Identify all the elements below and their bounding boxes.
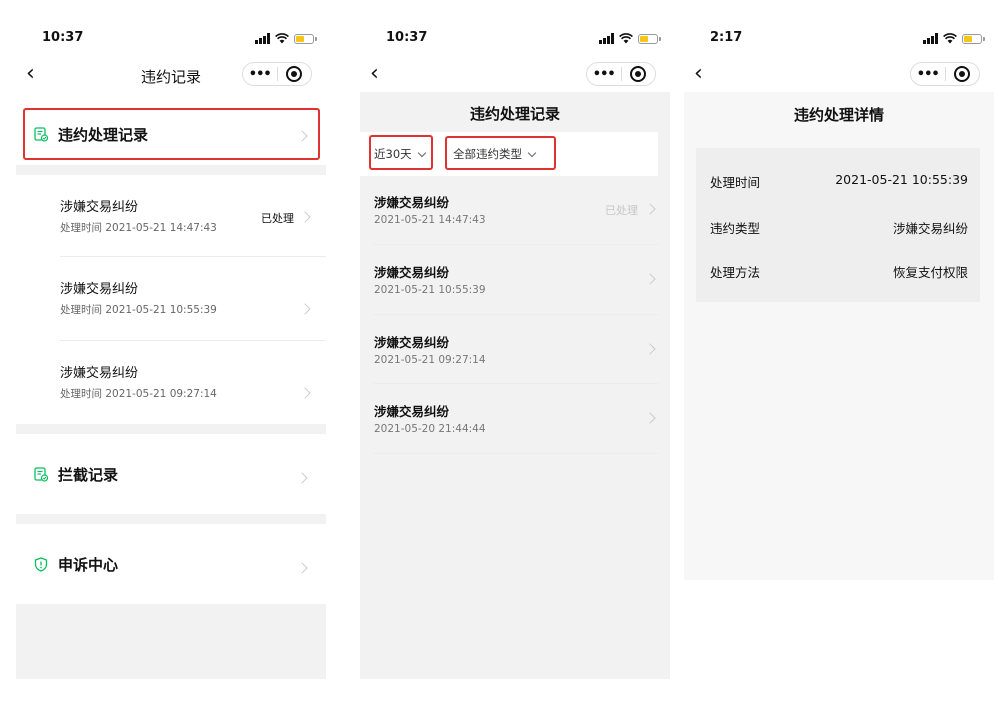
divider — [60, 340, 326, 341]
miniprogram-capsule: ••• — [242, 62, 312, 86]
status-bar: 10:37 — [360, 30, 670, 52]
screen-violation-detail: 2:17 ‹ ••• 违约处理详情 处理时间 2021-05-21 10:55:… — [684, 0, 994, 703]
record-row[interactable]: 涉嫌交易纠纷 2021-05-20 21:44:44 — [374, 389, 658, 458]
chevron-right-icon — [644, 412, 656, 424]
chevron-right-icon — [299, 211, 311, 223]
section-gap — [16, 424, 326, 434]
nav-bar: ‹ ••• — [360, 60, 670, 90]
item-time: 处理时间 2021-05-21 14:47:43 — [60, 222, 217, 234]
back-icon[interactable]: ‹ — [370, 60, 379, 88]
detail-key: 处理时间 — [710, 175, 761, 190]
chevron-right-icon — [644, 203, 656, 215]
status-label: 已处理 — [605, 204, 638, 217]
chevron-right-icon — [299, 387, 311, 399]
detail-value: 恢复支付权限 — [892, 265, 968, 280]
detail-key: 处理方法 — [710, 265, 761, 280]
chevron-right-icon — [644, 273, 656, 285]
page-title: 违约处理记录 — [469, 105, 560, 123]
signal-icon — [599, 33, 614, 44]
item-title: 涉嫌交易纠纷 — [60, 200, 139, 215]
item-time: 处理时间 2021-05-21 10:55:39 — [60, 304, 217, 316]
status-time: 10:37 — [42, 30, 84, 45]
chevron-right-icon — [299, 303, 311, 315]
menu-item-label: 申诉中心 — [58, 555, 119, 574]
close-miniprogram-icon[interactable] — [278, 66, 312, 82]
document-check-icon — [34, 466, 48, 482]
record-time: 2021-05-21 09:27:14 — [374, 354, 486, 366]
record-time: 2021-05-21 10:55:39 — [374, 284, 486, 296]
more-icon[interactable]: ••• — [911, 67, 945, 82]
wifi-icon — [275, 33, 289, 44]
highlight-frame — [23, 108, 320, 160]
record-title: 涉嫌交易纠纷 — [374, 265, 450, 280]
item-time: 处理时间 2021-05-21 09:27:14 — [60, 388, 217, 400]
screen-violation-handling-records: 10:37 ‹ ••• 违约处理记录 近30天 全部违约类型 涉嫌交易纠纷 20… — [360, 0, 670, 703]
status-bar: 10:37 — [16, 30, 326, 52]
record-time: 2021-05-20 21:44:44 — [374, 423, 486, 435]
record-row[interactable]: 涉嫌交易纠纷 2021-05-21 14:47:43 已处理 — [374, 180, 658, 249]
record-row[interactable]: 涉嫌交易纠纷 2021-05-21 10:55:39 — [374, 250, 658, 319]
status-time: 10:37 — [386, 30, 428, 45]
section-gap — [16, 165, 326, 175]
divider — [374, 244, 658, 245]
highlight-frame — [445, 136, 556, 170]
status-bar: 2:17 — [684, 30, 994, 52]
menu-item-appeal-center[interactable]: 申诉中心 — [16, 542, 326, 586]
battery-icon — [294, 33, 317, 44]
battery-icon — [638, 33, 661, 44]
miniprogram-capsule: ••• — [586, 62, 656, 86]
menu-item-label: 拦截记录 — [58, 465, 119, 484]
menu-item-interception[interactable]: 拦截记录 — [16, 452, 326, 496]
highlight-frame — [369, 135, 433, 170]
close-miniprogram-icon[interactable] — [622, 66, 656, 82]
list-item[interactable]: 涉嫌交易纠纷 处理时间 2021-05-21 09:27:14 — [60, 346, 326, 428]
more-icon[interactable]: ••• — [587, 67, 621, 82]
status-label: 已处理 — [261, 212, 294, 225]
divider — [374, 453, 658, 454]
wifi-icon — [619, 33, 633, 44]
signal-icon — [255, 33, 270, 44]
item-title: 涉嫌交易纠纷 — [60, 282, 139, 297]
more-icon[interactable]: ••• — [243, 67, 277, 82]
battery-icon — [962, 33, 985, 44]
record-title: 涉嫌交易纠纷 — [374, 404, 450, 419]
item-title: 涉嫌交易纠纷 — [60, 366, 139, 381]
section-gap — [16, 514, 326, 524]
nav-bar: ‹ 违约记录 ••• — [16, 60, 326, 90]
record-time: 2021-05-21 14:47:43 — [374, 214, 486, 226]
divider — [60, 256, 326, 257]
detail-value: 2021-05-21 10:55:39 — [835, 172, 968, 187]
back-icon[interactable]: ‹ — [694, 60, 703, 88]
record-title: 涉嫌交易纠纷 — [374, 335, 450, 350]
detail-key: 违约类型 — [710, 221, 761, 236]
divider — [374, 383, 658, 384]
detail-value: 涉嫌交易纠纷 — [892, 221, 968, 236]
signal-icon — [923, 33, 938, 44]
shield-icon — [34, 556, 48, 572]
list-item[interactable]: 涉嫌交易纠纷 处理时间 2021-05-21 14:47:43 已处理 — [60, 180, 326, 262]
screen-violation-records: 10:37 ‹ 违约记录 ••• 违约处理记录 涉嫌交易纠纷 处理时间 2021… — [16, 0, 326, 703]
divider — [374, 314, 658, 315]
record-row[interactable]: 涉嫌交易纠纷 2021-05-21 09:27:14 — [374, 320, 658, 389]
wifi-icon — [943, 33, 957, 44]
page-title: 违约处理详情 — [793, 106, 884, 124]
record-title: 涉嫌交易纠纷 — [374, 195, 450, 210]
bottom-area — [16, 604, 326, 679]
nav-bar: ‹ ••• — [684, 60, 994, 90]
detail-card: 处理时间 2021-05-21 10:55:39 违约类型 涉嫌交易纠纷 处理方… — [696, 148, 980, 302]
status-time: 2:17 — [710, 30, 743, 45]
chevron-right-icon — [644, 343, 656, 355]
miniprogram-capsule: ••• — [910, 62, 980, 86]
close-miniprogram-icon[interactable] — [946, 66, 980, 82]
list-item[interactable]: 涉嫌交易纠纷 处理时间 2021-05-21 10:55:39 — [60, 262, 326, 344]
